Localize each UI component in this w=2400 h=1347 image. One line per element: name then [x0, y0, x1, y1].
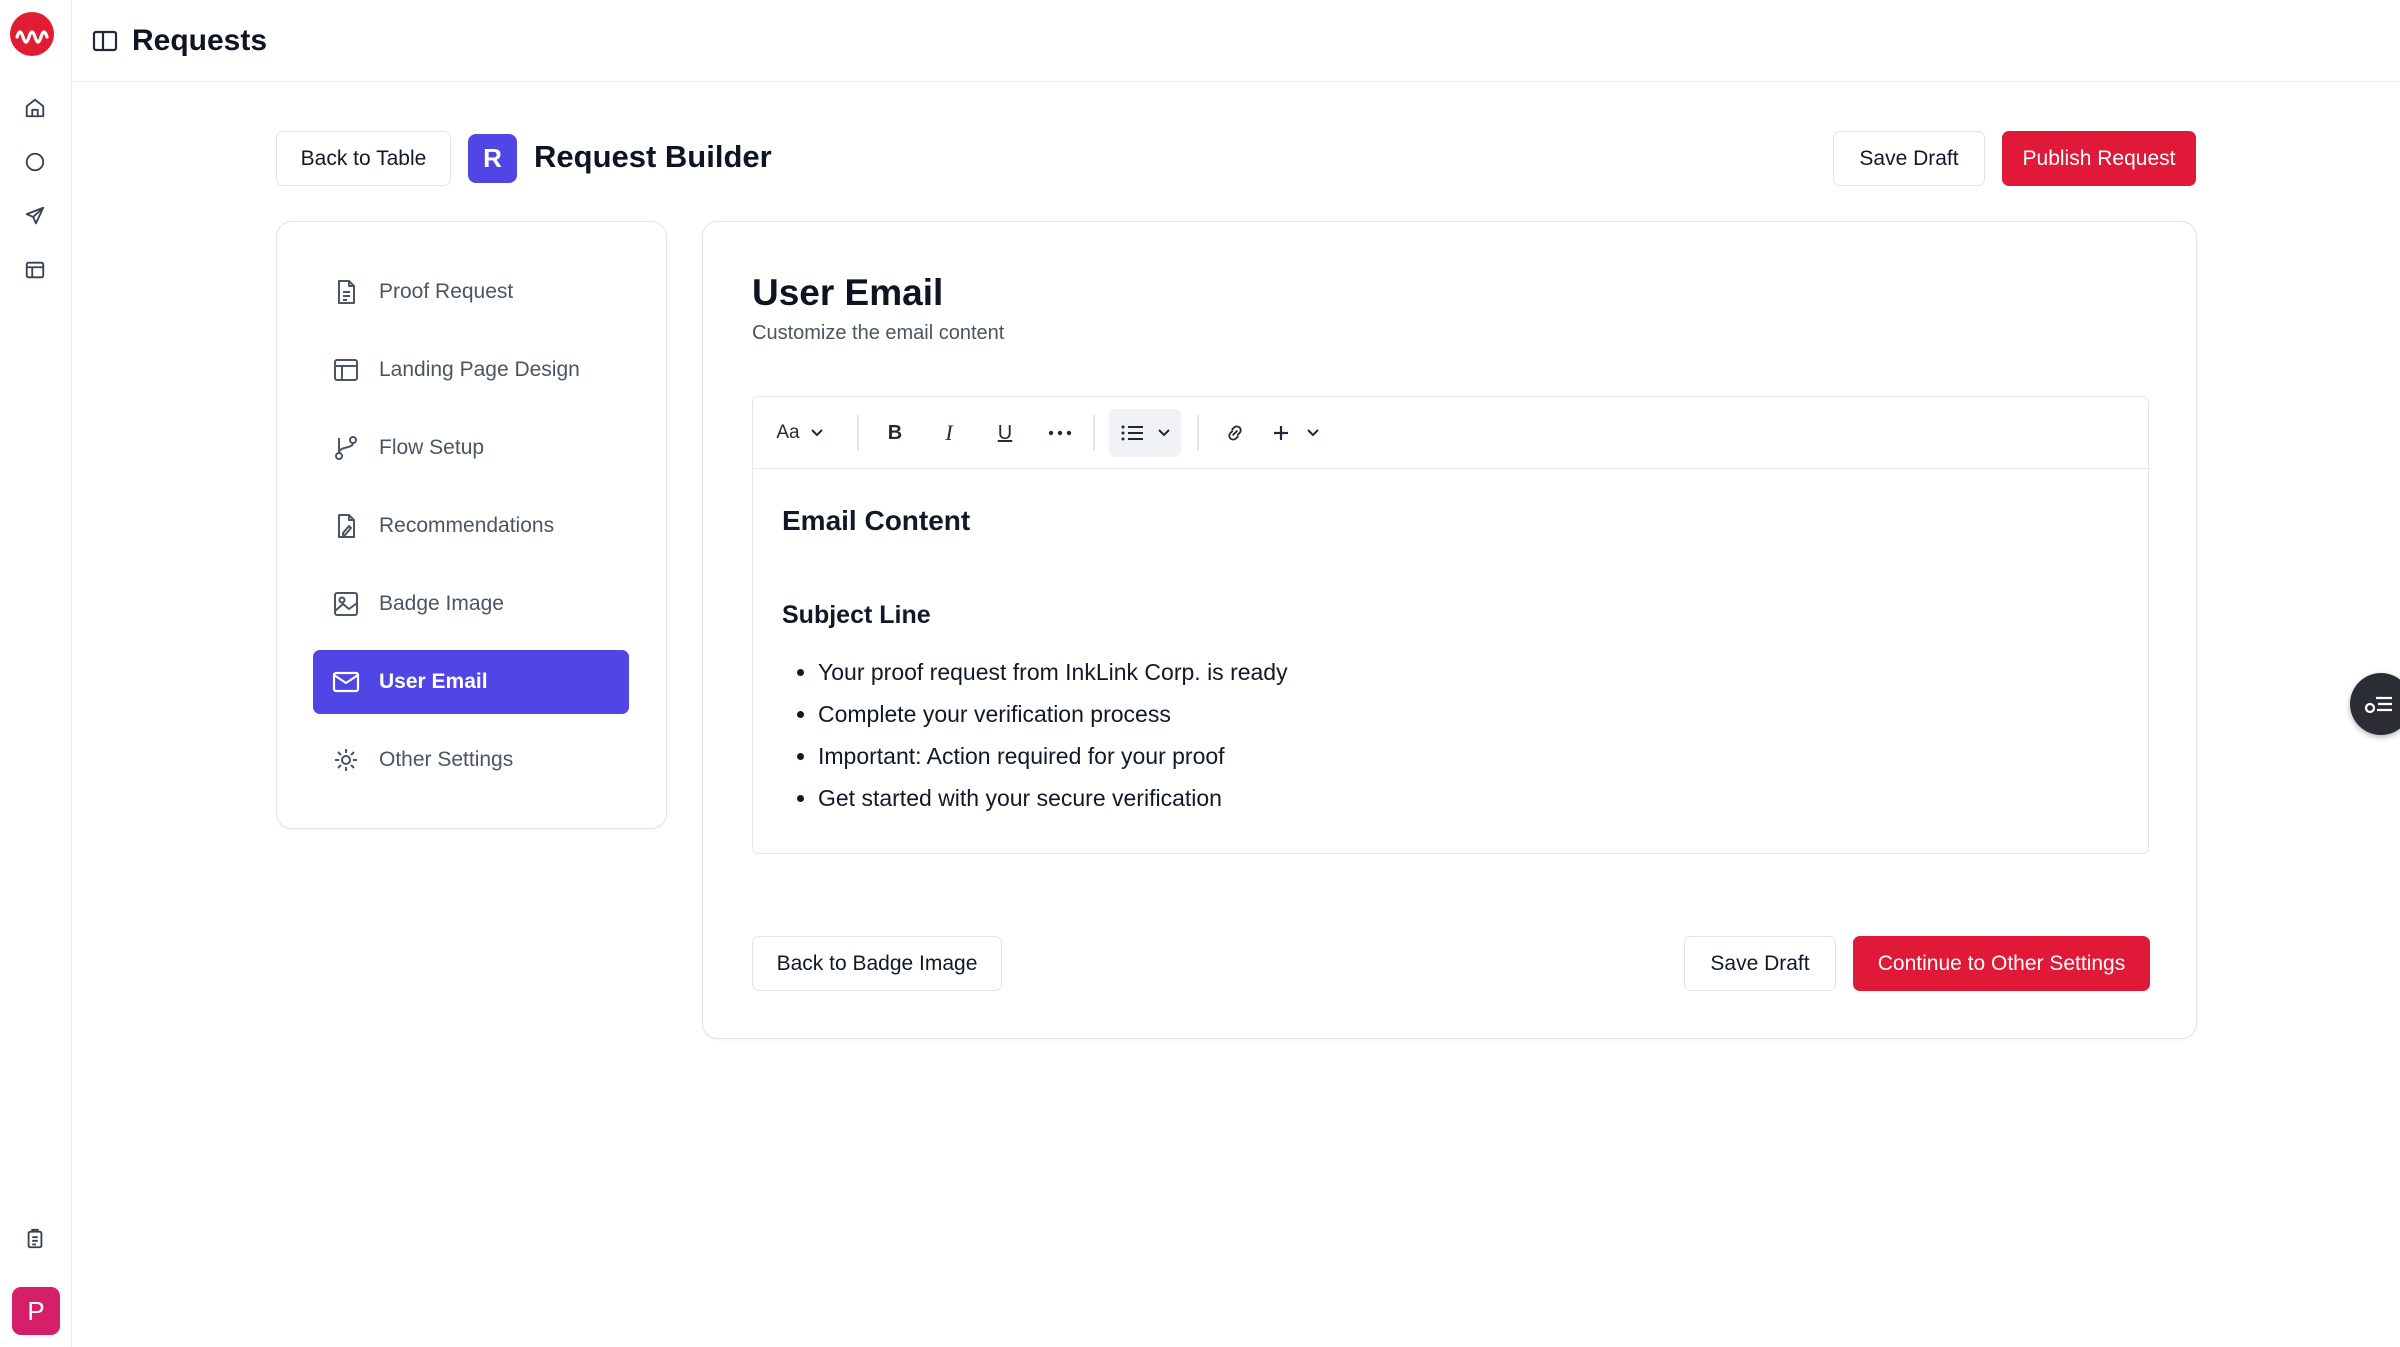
editor-toolbar: Aa B I U	[753, 397, 2148, 469]
back-to-table-button[interactable]: Back to Table	[276, 131, 451, 186]
toolbar-divider	[1197, 415, 1199, 451]
back-to-badge-image-button[interactable]: Back to Badge Image	[752, 936, 1002, 991]
save-draft-button[interactable]: Save Draft	[1833, 131, 1985, 186]
list-item: Important: Action required for your proo…	[818, 735, 1288, 777]
settings-list-icon	[2364, 696, 2392, 714]
subject-line-heading: Subject Line	[782, 601, 931, 629]
list-style-dropdown[interactable]	[1109, 409, 1181, 457]
layout-icon	[331, 355, 361, 385]
nav-clipboard-icon[interactable]	[20, 1224, 50, 1254]
sidebar-item-landing-page-design[interactable]: Landing Page Design	[313, 338, 629, 402]
sidebar-item-user-email[interactable]: User Email	[313, 650, 629, 714]
sidebar-item-label: Badge Image	[379, 592, 504, 615]
request-badge: R	[468, 134, 517, 183]
nav-home-icon[interactable]	[20, 93, 50, 123]
footer-save-draft-button[interactable]: Save Draft	[1684, 936, 1836, 991]
steps-sidebar: Proof Request Landing Page Design Flow S…	[276, 221, 667, 829]
toolbar-divider	[1093, 415, 1095, 451]
sidebar-item-label: Other Settings	[379, 748, 514, 771]
sidebar-item-label: Landing Page Design	[379, 358, 580, 381]
sidebar-item-recommendations[interactable]: Recommendations	[313, 494, 629, 558]
nav-layout-icon[interactable]	[20, 255, 50, 285]
sidebar-item-label: Recommendations	[379, 514, 555, 537]
branch-icon	[331, 433, 361, 463]
sidebar-toggle-icon[interactable]	[90, 26, 120, 56]
sidebar-item-proof-request[interactable]: Proof Request	[313, 260, 629, 324]
nav-send-icon[interactable]	[20, 201, 50, 231]
app-rail: P	[0, 0, 72, 1347]
logo-wave-icon	[15, 30, 49, 44]
insert-dropdown[interactable]	[1267, 417, 1325, 449]
sidebar-item-label: Proof Request	[379, 280, 514, 303]
gear-icon	[331, 745, 361, 775]
list-item: Complete your verification process	[818, 693, 1288, 735]
page-title: Requests	[132, 23, 268, 57]
file-edit-icon	[331, 511, 361, 541]
more-options-icon[interactable]	[1043, 417, 1077, 449]
user-avatar[interactable]: P	[12, 1287, 60, 1335]
underline-button[interactable]: U	[989, 417, 1021, 449]
sidebar-item-label: User Email	[379, 670, 488, 693]
brand-logo[interactable]	[10, 12, 54, 56]
image-icon	[331, 589, 361, 619]
floating-menu-button[interactable]	[2350, 673, 2400, 735]
top-bar: Requests	[72, 0, 2400, 82]
section-title: User Email	[752, 272, 944, 313]
rich-text-editor[interactable]: Aa B I U Email Content Subject Line • Yo…	[752, 396, 2149, 854]
bullet-list-icon	[1121, 425, 1143, 441]
document-icon	[331, 277, 361, 307]
toolbar-divider	[857, 415, 859, 451]
nav-circle-icon[interactable]	[20, 147, 50, 177]
continue-button[interactable]: Continue to Other Settings	[1853, 936, 2150, 991]
font-style-label: Aa	[776, 422, 800, 443]
link-icon[interactable]	[1219, 417, 1251, 449]
plus-icon	[1274, 426, 1288, 440]
sidebar-item-label: Flow Setup	[379, 436, 485, 459]
list-item: Your proof request from InkLink Corp. is…	[818, 651, 1288, 693]
chevron-down-icon	[810, 429, 823, 437]
sidebar-item-flow-setup[interactable]: Flow Setup	[313, 416, 629, 480]
list-item: Get started with your secure verificatio…	[818, 777, 1288, 819]
sidebar-item-other-settings[interactable]: Other Settings	[313, 728, 629, 792]
email-content-heading: Email Content	[782, 505, 971, 536]
subject-line-list: Your proof request from InkLink Corp. is…	[818, 651, 1288, 819]
italic-button[interactable]: I	[933, 417, 965, 449]
main-panel: User Email Customize the email content A…	[702, 221, 2197, 1039]
publish-request-button[interactable]: Publish Request	[2002, 131, 2196, 186]
chevron-down-icon	[1158, 429, 1170, 437]
bold-button[interactable]: B	[879, 417, 911, 449]
section-subtitle: Customize the email content	[752, 322, 1005, 344]
chevron-down-icon	[1307, 429, 1319, 437]
builder-title: Request Builder	[534, 139, 772, 174]
font-style-dropdown[interactable]: Aa	[769, 417, 831, 449]
sidebar-item-badge-image[interactable]: Badge Image	[313, 572, 629, 636]
mail-icon	[331, 667, 361, 697]
